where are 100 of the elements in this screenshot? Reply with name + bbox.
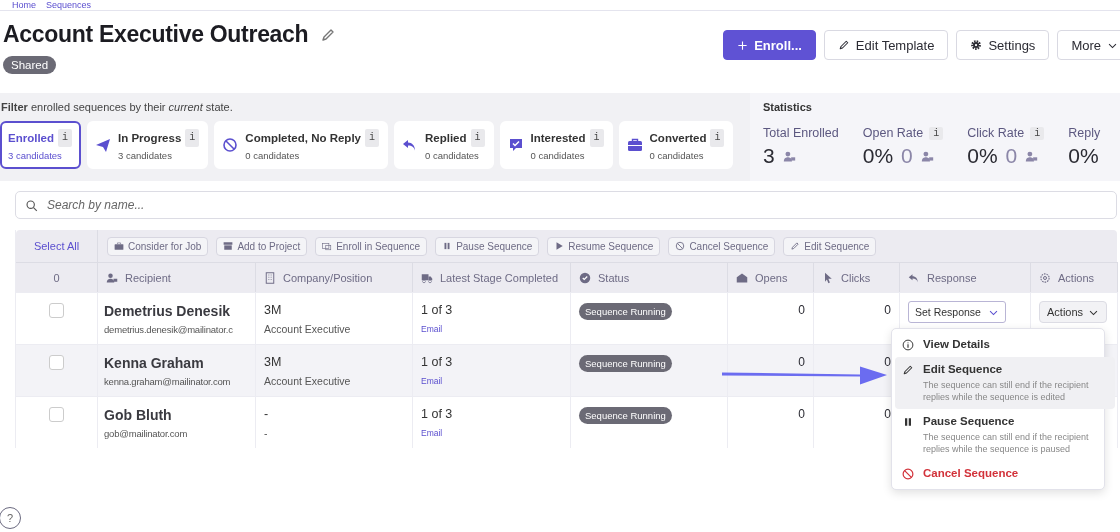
recipient-email: gob@mailinator.com bbox=[104, 428, 188, 439]
stat-value: 0% bbox=[862, 144, 894, 168]
filter-label: Enrolled bbox=[8, 130, 54, 146]
row-checkbox[interactable] bbox=[49, 303, 64, 318]
column-header[interactable]: Opens bbox=[728, 262, 814, 292]
more-button[interactable]: More bbox=[1057, 30, 1120, 60]
page-title: Account Executive Outreach bbox=[3, 21, 309, 48]
clicks-count: 0 bbox=[884, 303, 891, 317]
menu-item[interactable]: Cancel Sequence bbox=[895, 461, 1101, 486]
pause-icon bbox=[442, 241, 453, 251]
info-badge[interactable]: i bbox=[710, 128, 725, 147]
column-header[interactable]: Response bbox=[900, 262, 1031, 292]
stage-link[interactable]: Email bbox=[421, 428, 443, 438]
stat-label: Open Rate bbox=[862, 126, 924, 140]
company-name: 3M bbox=[264, 303, 283, 317]
position-text: Account Executive bbox=[264, 323, 352, 335]
column-header[interactable]: Actions bbox=[1031, 262, 1118, 292]
stage-link[interactable]: Email bbox=[421, 376, 443, 386]
check-circle-icon bbox=[579, 271, 591, 284]
column-header[interactable]: Company/Position bbox=[256, 262, 413, 292]
pencil-icon bbox=[902, 364, 914, 376]
person-icon bbox=[920, 149, 934, 163]
column-header[interactable]: Recipient bbox=[98, 262, 256, 292]
prohibited-icon bbox=[902, 468, 914, 480]
stat-label: Total Enrolled bbox=[763, 126, 839, 140]
row-checkbox[interactable] bbox=[49, 355, 64, 370]
stat-count: 0 bbox=[901, 144, 913, 168]
clicks-count: 0 bbox=[884, 407, 891, 421]
chat-check-icon bbox=[507, 137, 524, 153]
menu-item-label: Edit Sequence bbox=[923, 363, 1004, 375]
stat-label: Click Rate bbox=[967, 126, 1025, 140]
recipient-name: Kenna Graham bbox=[104, 355, 205, 371]
company-name: - bbox=[264, 407, 270, 421]
candidate-count: 3 candidates bbox=[8, 149, 63, 162]
row-checkbox[interactable] bbox=[49, 407, 64, 422]
info-badge[interactable]: i bbox=[929, 126, 944, 140]
filter-card[interactable]: In Progress i 3 candidates bbox=[87, 121, 209, 169]
filter-card[interactable]: Completed, No Reply i 0 candidates bbox=[214, 121, 388, 169]
info-badge[interactable]: i bbox=[589, 128, 604, 147]
prohibited-icon bbox=[222, 137, 239, 153]
column-header[interactable]: Clicks bbox=[814, 262, 900, 292]
pause-icon bbox=[902, 416, 914, 428]
recipient-name: Demetrius Denesik bbox=[104, 303, 232, 319]
column-header[interactable]: Latest Stage Completed bbox=[413, 262, 571, 292]
candidate-count: 0 candidates bbox=[425, 149, 480, 162]
stat-value: 0% bbox=[967, 144, 998, 168]
info-badge[interactable]: i bbox=[365, 128, 379, 147]
stage-progress: 1 of 3 bbox=[421, 355, 454, 369]
filter-card[interactable]: Enrolled i 3 candidates bbox=[0, 121, 82, 169]
candidate-count: 3 candidates bbox=[118, 149, 173, 162]
edit-template-button[interactable]: Edit Template bbox=[823, 30, 949, 60]
info-badge[interactable]: i bbox=[185, 128, 200, 147]
stat-value: 3 bbox=[763, 144, 775, 168]
clicks-count: 0 bbox=[884, 355, 891, 369]
recipient-name: Gob Bluth bbox=[104, 407, 173, 423]
stage-link[interactable]: Email bbox=[421, 324, 443, 334]
briefcase-icon bbox=[114, 241, 124, 251]
candidate-count: 0 candidates bbox=[245, 149, 301, 162]
breadcrumb-link[interactable]: Home bbox=[12, 0, 36, 10]
archive-icon bbox=[223, 241, 234, 251]
filter-card[interactable]: Replied i 0 candidates bbox=[394, 121, 494, 169]
filter-label: Completed, No Reply bbox=[245, 130, 361, 146]
opens-count: 0 bbox=[798, 355, 805, 369]
status-pill: Sequence Running bbox=[579, 303, 672, 320]
filter-card[interactable]: Converted i 0 candidates bbox=[618, 121, 734, 169]
search-field[interactable]: Search by name... bbox=[15, 191, 1117, 219]
info-badge[interactable]: i bbox=[470, 128, 485, 147]
menu-item-label: Pause Sequence bbox=[923, 415, 1016, 427]
settings-icon bbox=[970, 39, 983, 51]
breadcrumb-link[interactable]: Sequences bbox=[46, 0, 92, 10]
opens-count: 0 bbox=[798, 303, 805, 317]
settings-button[interactable]: Settings bbox=[956, 30, 1050, 60]
position-text: - bbox=[264, 427, 269, 439]
info-badge[interactable]: i bbox=[58, 128, 73, 147]
column-header[interactable]: Status bbox=[571, 262, 728, 292]
truck-icon bbox=[421, 271, 433, 284]
info-badge[interactable]: i bbox=[1030, 126, 1045, 140]
filter-hint: Filter enrolled sequences by their current state. bbox=[1, 101, 234, 113]
filter-label: Converted bbox=[649, 130, 707, 146]
candidate-count: 0 candidates bbox=[649, 149, 705, 162]
shared-badge: Shared bbox=[3, 56, 57, 74]
actions-button[interactable]: Actions bbox=[1039, 301, 1108, 323]
person-icon bbox=[106, 271, 118, 284]
pencil-icon bbox=[790, 241, 801, 251]
recipient-email: demetrius.denesik@mailinator.c bbox=[104, 324, 233, 335]
stage-progress: 1 of 3 bbox=[421, 407, 454, 421]
plane-icon bbox=[95, 137, 112, 153]
help-button[interactable]: ? bbox=[0, 507, 21, 529]
enroll-button[interactable]: Enroll... bbox=[723, 30, 816, 60]
filter-card[interactable]: Interested i 0 candidates bbox=[499, 121, 613, 169]
menu-item[interactable]: Edit Sequence The sequence can still end if the recipient replies while the sequence is edited bbox=[895, 357, 1115, 409]
briefcase-icon bbox=[626, 137, 643, 153]
stat-label: Reply bbox=[1068, 126, 1101, 140]
company-name: 3M bbox=[264, 355, 283, 369]
person-icon bbox=[1025, 149, 1039, 163]
search-icon bbox=[25, 199, 38, 212]
filter-label: Replied bbox=[425, 130, 467, 146]
selected-count: 0 bbox=[16, 262, 98, 292]
reply-icon bbox=[908, 271, 920, 284]
response-select[interactable]: Set Response bbox=[908, 301, 1006, 323]
